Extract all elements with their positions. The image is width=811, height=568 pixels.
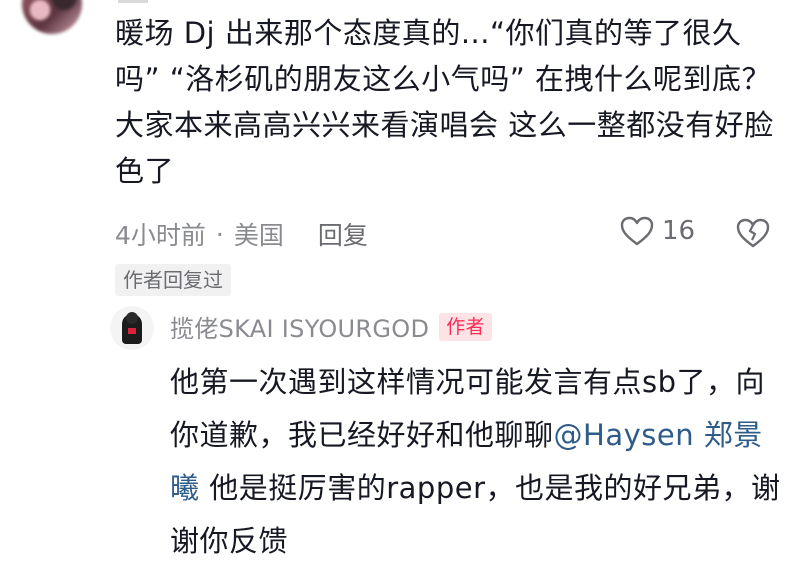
broken-heart-icon[interactable]	[736, 218, 770, 248]
reply-text: 他第一次遇到这样情况可能发言有点sb了，向你道歉，我已经好好和他聊聊@Hayse…	[170, 356, 785, 568]
like-button[interactable]: 16	[620, 216, 695, 246]
commenter-avatar[interactable]	[22, 0, 82, 34]
comment-time: 4小时前	[115, 221, 206, 250]
dislike-button[interactable]	[736, 218, 770, 248]
reply-author-avatar[interactable]	[110, 306, 154, 350]
heart-icon[interactable]	[620, 216, 654, 246]
comment-location: 美国	[233, 221, 284, 250]
reply-button[interactable]: 回复	[318, 216, 368, 252]
reply-author-name[interactable]: 揽佬SKAI ISYOURGOD	[170, 309, 429, 344]
reply-text-after: 他是挺厉害的rapper，也是我的好兄弟，谢谢你反馈	[170, 471, 781, 558]
author-replied-badge: 作者回复过	[115, 264, 231, 296]
author-badge: 作者	[439, 312, 492, 341]
reply-author-row: 揽佬SKAI ISYOURGOD 作者	[170, 309, 492, 344]
like-count: 16	[662, 216, 696, 246]
meta-separator: ·	[215, 219, 224, 249]
commenter-name-fragment	[118, 0, 148, 3]
comment-text: 暖场 Dj 出来那个态度真的...“你们真的等了很久吗” “洛杉矶的朋友这么小气…	[115, 16, 774, 188]
